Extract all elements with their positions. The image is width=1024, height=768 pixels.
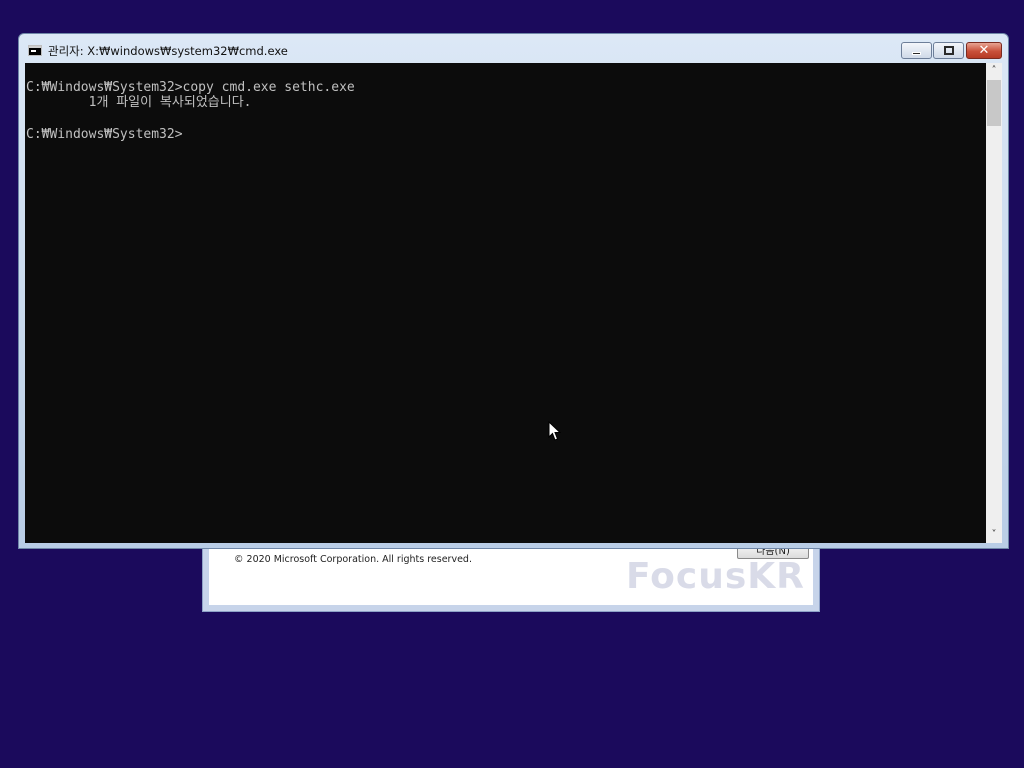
close-button[interactable]: ✕ <box>966 42 1002 59</box>
window-title: 관리자: X:₩windows₩system32₩cmd.exe <box>48 44 288 58</box>
scroll-up-icon[interactable]: ˄ <box>986 63 1002 79</box>
console-output[interactable]: C:₩Windows₩System32>copy cmd.exe sethc.e… <box>25 63 986 543</box>
vertical-scrollbar[interactable]: ˄ ˅ <box>986 63 1002 543</box>
minimize-button[interactable] <box>901 42 932 59</box>
cmd-window: 관리자: X:₩windows₩system32₩cmd.exe ✕ C:₩Wi… <box>18 33 1009 549</box>
console-line: C:₩Windows₩System32>copy cmd.exe sethc.e… <box>26 80 355 95</box>
close-icon: ✕ <box>978 43 990 58</box>
minimize-icon <box>912 52 921 55</box>
scroll-thumb[interactable] <box>987 80 1001 126</box>
console-prompt: C:₩Windows₩System32> <box>26 127 183 142</box>
maximize-button[interactable] <box>933 42 964 59</box>
titlebar[interactable]: 관리자: X:₩windows₩system32₩cmd.exe ✕ <box>19 34 1008 64</box>
copyright-text: © 2020 Microsoft Corporation. All rights… <box>234 554 472 565</box>
scroll-down-icon[interactable]: ˅ <box>986 527 1002 543</box>
maximize-icon <box>944 46 954 55</box>
console-line: 1개 파일이 복사되었습니다. <box>26 95 252 110</box>
mouse-cursor-icon <box>548 421 561 441</box>
cmd-icon[interactable] <box>28 45 42 56</box>
